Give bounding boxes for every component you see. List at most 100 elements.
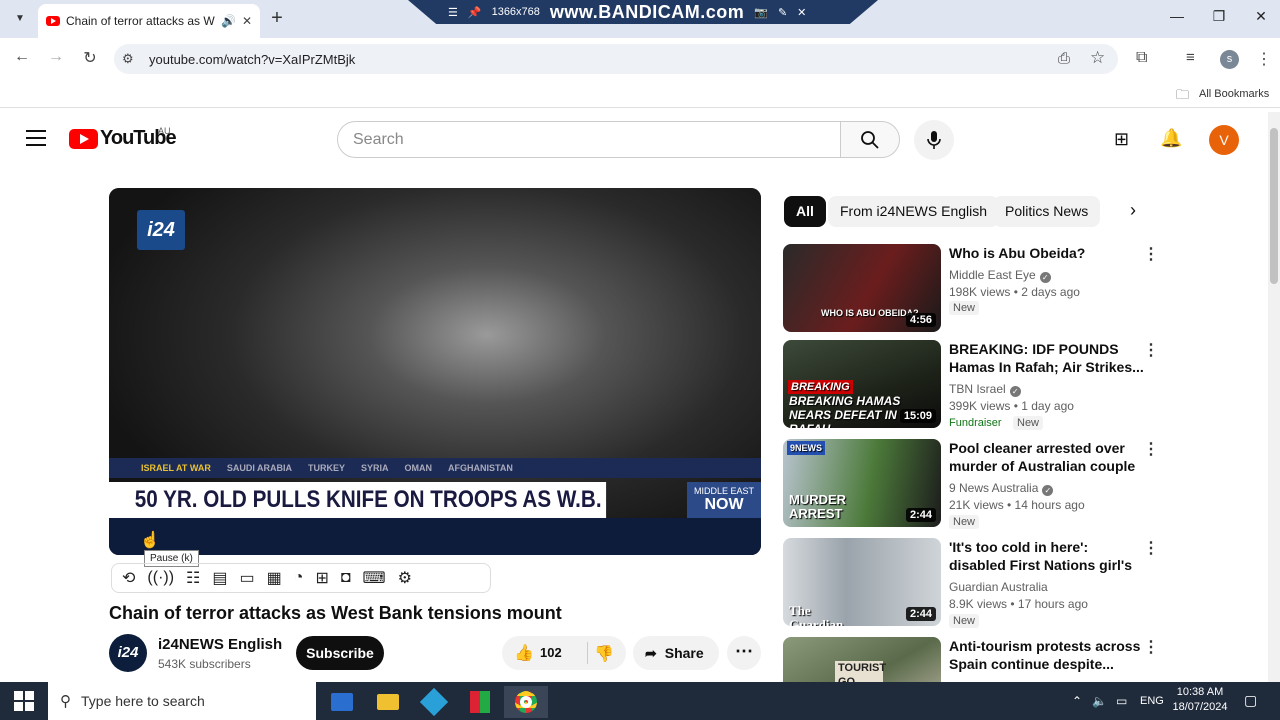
video-thumbnail[interactable]: WHO IS ABU OBEIDA? 4:56 (783, 244, 941, 332)
chevron-up-icon[interactable]: ⌃ (1072, 694, 1082, 708)
browser-tab-active[interactable]: Chain of terror attacks as W 🔊 ✕ (38, 4, 260, 38)
more-actions-button[interactable]: ⋯ (727, 636, 761, 670)
taskbar-app-icon[interactable] (320, 686, 364, 718)
channel-avatar[interactable]: i24 (109, 634, 147, 672)
clapperboard-icon[interactable]: ▤ (212, 568, 227, 588)
video-thumbnail[interactable]: BREAKING BREAKING HAMAS NEARS DEFEAT IN … (783, 340, 941, 428)
page-scrollbar[interactable] (1268, 112, 1280, 682)
back-arrow-icon[interactable]: ← (10, 48, 34, 70)
search-button[interactable] (840, 121, 900, 158)
more-options-icon[interactable]: ⋮ (1143, 244, 1159, 264)
close-window-button[interactable]: ✕ (1246, 8, 1276, 30)
taskbar-app-icon[interactable] (458, 686, 502, 718)
news-ticker: ISRAEL AT WAR SAUDI ARABIA TURKEY SYRIA … (109, 458, 761, 478)
taskbar-app-icon[interactable] (412, 686, 456, 718)
more-options-icon[interactable]: ⋮ (1143, 439, 1159, 459)
thumbs-up-icon[interactable]: 👍 (514, 643, 534, 663)
speaker-icon[interactable]: 🔊 (221, 14, 236, 28)
all-bookmarks-link[interactable]: All Bookmarks (1199, 88, 1269, 100)
chrome-menu-icon[interactable]: ⋮ (1256, 49, 1272, 69)
related-title[interactable]: Pool cleaner arrested over murder of Aus… (949, 439, 1145, 476)
youtube-logo-icon[interactable] (69, 129, 98, 149)
related-video[interactable]: BREAKING BREAKING HAMAS NEARS DEFEAT IN … (783, 340, 1163, 430)
share-button[interactable]: ➦ Share (633, 636, 719, 670)
windows-start-icon[interactable] (14, 691, 34, 711)
notifications-icon[interactable]: ▢ (1244, 692, 1257, 709)
chevron-right-icon[interactable]: › (1130, 200, 1136, 221)
related-video[interactable]: The Guardian 2:44 'It's too cold in here… (783, 538, 1163, 628)
channel-name[interactable]: i24NEWS English (158, 636, 282, 653)
install-app-icon[interactable]: ⎙ (1058, 50, 1070, 67)
media-control-icon[interactable]: ≡ (1186, 49, 1195, 66)
profile-avatar[interactable]: s (1220, 50, 1239, 69)
related-video[interactable]: WHO IS ABU OBEIDA? 4:56 Who is Abu Obeid… (783, 244, 1163, 334)
related-video[interactable]: TOURIST GO HOME Anti-tourism protests ac… (783, 637, 1163, 682)
related-title[interactable]: Anti-tourism protests across Spain conti… (949, 637, 1145, 673)
thumbs-down-icon[interactable]: 👎 (594, 644, 614, 664)
speed-gauge-icon[interactable]: ◔ (294, 569, 304, 587)
related-title[interactable]: Who is Abu Obeida? (949, 244, 1145, 262)
cinema-mode-icon[interactable]: ▦ (267, 568, 282, 588)
extensions-icon[interactable]: ⧉ (1136, 49, 1147, 67)
video-player[interactable]: i24 ISRAEL AT WAR SAUDI ARABIA TURKEY SY… (109, 188, 761, 555)
forward-arrow-icon[interactable]: → (44, 48, 68, 70)
create-video-icon[interactable]: ⊞ (1114, 129, 1129, 150)
loop-icon[interactable]: ⟲ (122, 568, 135, 588)
chip-politics-news[interactable]: Politics News (993, 196, 1101, 227)
chrome-taskbar-icon[interactable] (504, 686, 548, 718)
video-thumbnail[interactable]: TOURIST GO HOME (783, 637, 941, 682)
watch-later-icon[interactable]: ☷ (186, 568, 200, 588)
audio-wave-icon[interactable]: ((·)) (147, 569, 174, 587)
search-input[interactable]: Search (337, 121, 841, 158)
pin-icon[interactable]: 📌 (468, 6, 482, 19)
enhance-icon[interactable]: ⊞ (315, 568, 328, 588)
notifications-bell-icon[interactable]: 🔔 (1160, 128, 1182, 149)
battery-icon[interactable]: ▭ (1116, 694, 1127, 708)
related-channel[interactable]: Guardian Australia (949, 580, 1048, 594)
account-avatar[interactable]: V (1209, 125, 1239, 155)
related-video[interactable]: 9NEWS MURDER ARREST 2:44 Pool cleaner ar… (783, 439, 1163, 529)
related-channel[interactable]: 9 News Australia ✓ (949, 481, 1054, 496)
close-icon[interactable]: ✕ (797, 6, 806, 19)
site-info-icon[interactable]: ⚙ (122, 51, 134, 67)
video-duration: 2:44 (905, 607, 936, 621)
chip-from-channel[interactable]: From i24NEWS English (828, 196, 1000, 227)
more-options-icon[interactable]: ⋮ (1143, 637, 1159, 657)
like-count[interactable]: 102 (540, 645, 562, 660)
file-explorer-icon[interactable] (366, 686, 410, 718)
video-thumbnail[interactable]: 9NEWS MURDER ARREST 2:44 (783, 439, 941, 527)
taskbar-search-placeholder: Type here to search (81, 693, 205, 709)
maximize-button[interactable]: ❐ (1204, 8, 1234, 30)
scrollbar-thumb[interactable] (1270, 128, 1278, 284)
settings-gear-icon[interactable]: ⚙ (398, 568, 412, 588)
screenshot-camera-icon[interactable]: ◘ (341, 569, 351, 587)
related-channel[interactable]: TBN Israel ✓ (949, 382, 1021, 397)
taskbar-search-box[interactable]: ⚲ Type here to search (48, 682, 316, 720)
chip-all[interactable]: All (784, 196, 826, 227)
picture-in-picture-icon[interactable]: ▭ (240, 568, 255, 588)
menu-icon[interactable]: ☰ (448, 6, 458, 19)
pencil-icon[interactable]: ✎ (778, 6, 787, 19)
minimize-button[interactable]: — (1162, 8, 1192, 30)
region-code: AU (158, 126, 171, 136)
more-options-icon[interactable]: ⋮ (1143, 340, 1159, 360)
subscribe-button[interactable]: Subscribe (296, 636, 384, 670)
bookmark-star-icon[interactable]: ☆ (1090, 48, 1105, 68)
camera-icon[interactable]: 📷 (754, 6, 768, 19)
language-indicator[interactable]: ENG (1140, 695, 1164, 707)
tab-search-button[interactable]: ▼ (8, 8, 32, 30)
speaker-icon[interactable]: 🔈 (1092, 694, 1107, 708)
keyboard-icon[interactable]: ⌨ (363, 568, 386, 588)
more-options-icon[interactable]: ⋮ (1143, 538, 1159, 558)
url-text[interactable]: youtube.com/watch?v=XaIPrZMtBjk (149, 52, 355, 67)
voice-search-button[interactable] (914, 120, 954, 160)
taskbar-clock[interactable]: 10:38 AM 18/07/2024 (1168, 685, 1232, 715)
new-tab-button[interactable]: + (266, 8, 288, 30)
video-thumbnail[interactable]: The Guardian 2:44 (783, 538, 941, 626)
reload-icon[interactable]: ↻ (78, 48, 102, 70)
close-tab-icon[interactable]: ✕ (242, 14, 252, 28)
related-title[interactable]: BREAKING: IDF POUNDS Hamas In Rafah; Air… (949, 340, 1145, 376)
hamburger-menu-icon[interactable] (26, 130, 46, 146)
related-channel[interactable]: Middle East Eye ✓ (949, 268, 1051, 283)
related-title[interactable]: 'It's too cold in here': disabled First … (949, 538, 1145, 575)
